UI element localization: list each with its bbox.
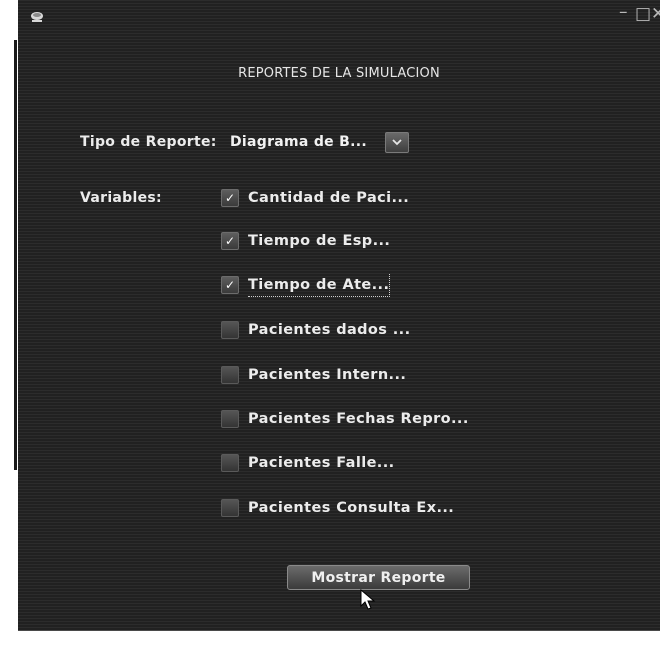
mouse-cursor-icon <box>360 589 376 610</box>
maximize-button[interactable]: □ <box>635 4 651 24</box>
minimize-button[interactable]: – <box>619 2 628 22</box>
checkbox-label: Pacientes dados ... <box>248 322 411 338</box>
checkbox-unchecked[interactable] <box>221 499 239 517</box>
close-button[interactable]: ✕ <box>651 4 660 24</box>
variable-checkbox-pacientes-internados[interactable]: Pacientes Intern... <box>221 364 641 386</box>
variable-checkbox-pacientes-dados[interactable]: Pacientes dados ... <box>221 319 641 341</box>
report-type-label: Tipo de Reporte: <box>80 134 217 150</box>
report-type-selected-value: Diagrama de B... <box>230 134 367 150</box>
window-left-edge <box>14 40 17 470</box>
checkbox-checked[interactable]: ✓ <box>221 232 239 250</box>
variable-checkbox-pacientes-consulta[interactable]: Pacientes Consulta Ex... <box>221 497 641 519</box>
checkbox-unchecked[interactable] <box>221 454 239 472</box>
checkbox-unchecked[interactable] <box>221 366 239 384</box>
checkbox-checked[interactable]: ✓ <box>221 189 239 207</box>
variable-checkbox-tiempo-espera[interactable]: ✓ Tiempo de Esp... <box>221 230 641 252</box>
report-type-select[interactable]: Diagrama de B... <box>228 132 428 153</box>
variable-checkbox-cantidad-pacientes[interactable]: ✓ Cantidad de Paci... <box>221 187 641 209</box>
variable-checkbox-pacientes-fallecidos[interactable]: Pacientes Falle... <box>221 452 641 474</box>
checkbox-unchecked[interactable] <box>221 410 239 428</box>
checkbox-label: Tiempo de Ate... <box>248 274 391 297</box>
checkbox-label: Pacientes Fechas Repro... <box>248 411 469 427</box>
page-title: REPORTES DE LA SIMULACION <box>238 66 440 81</box>
checkbox-label: Cantidad de Paci... <box>248 190 410 206</box>
checkbox-unchecked[interactable] <box>221 321 239 339</box>
show-report-button[interactable]: Mostrar Reporte <box>287 565 470 590</box>
variables-label: Variables: <box>80 190 162 206</box>
variable-checkbox-tiempo-atencion[interactable]: ✓ Tiempo de Ate... <box>221 274 641 297</box>
report-window: – □ ✕ REPORTES DE LA SIMULACION Tipo de … <box>18 0 660 631</box>
checkbox-label: Pacientes Consulta Ex... <box>248 500 455 516</box>
checkbox-label: Tiempo de Esp... <box>248 233 391 249</box>
title-bar[interactable]: – □ ✕ <box>18 0 660 34</box>
checkbox-checked[interactable]: ✓ <box>221 276 239 294</box>
chevron-down-icon[interactable] <box>385 132 409 153</box>
java-cup-icon <box>30 8 46 22</box>
variable-checkbox-pacientes-fechas[interactable]: Pacientes Fechas Repro... <box>221 408 641 430</box>
checkbox-label: Pacientes Intern... <box>248 367 407 383</box>
checkbox-label: Pacientes Falle... <box>248 455 395 471</box>
